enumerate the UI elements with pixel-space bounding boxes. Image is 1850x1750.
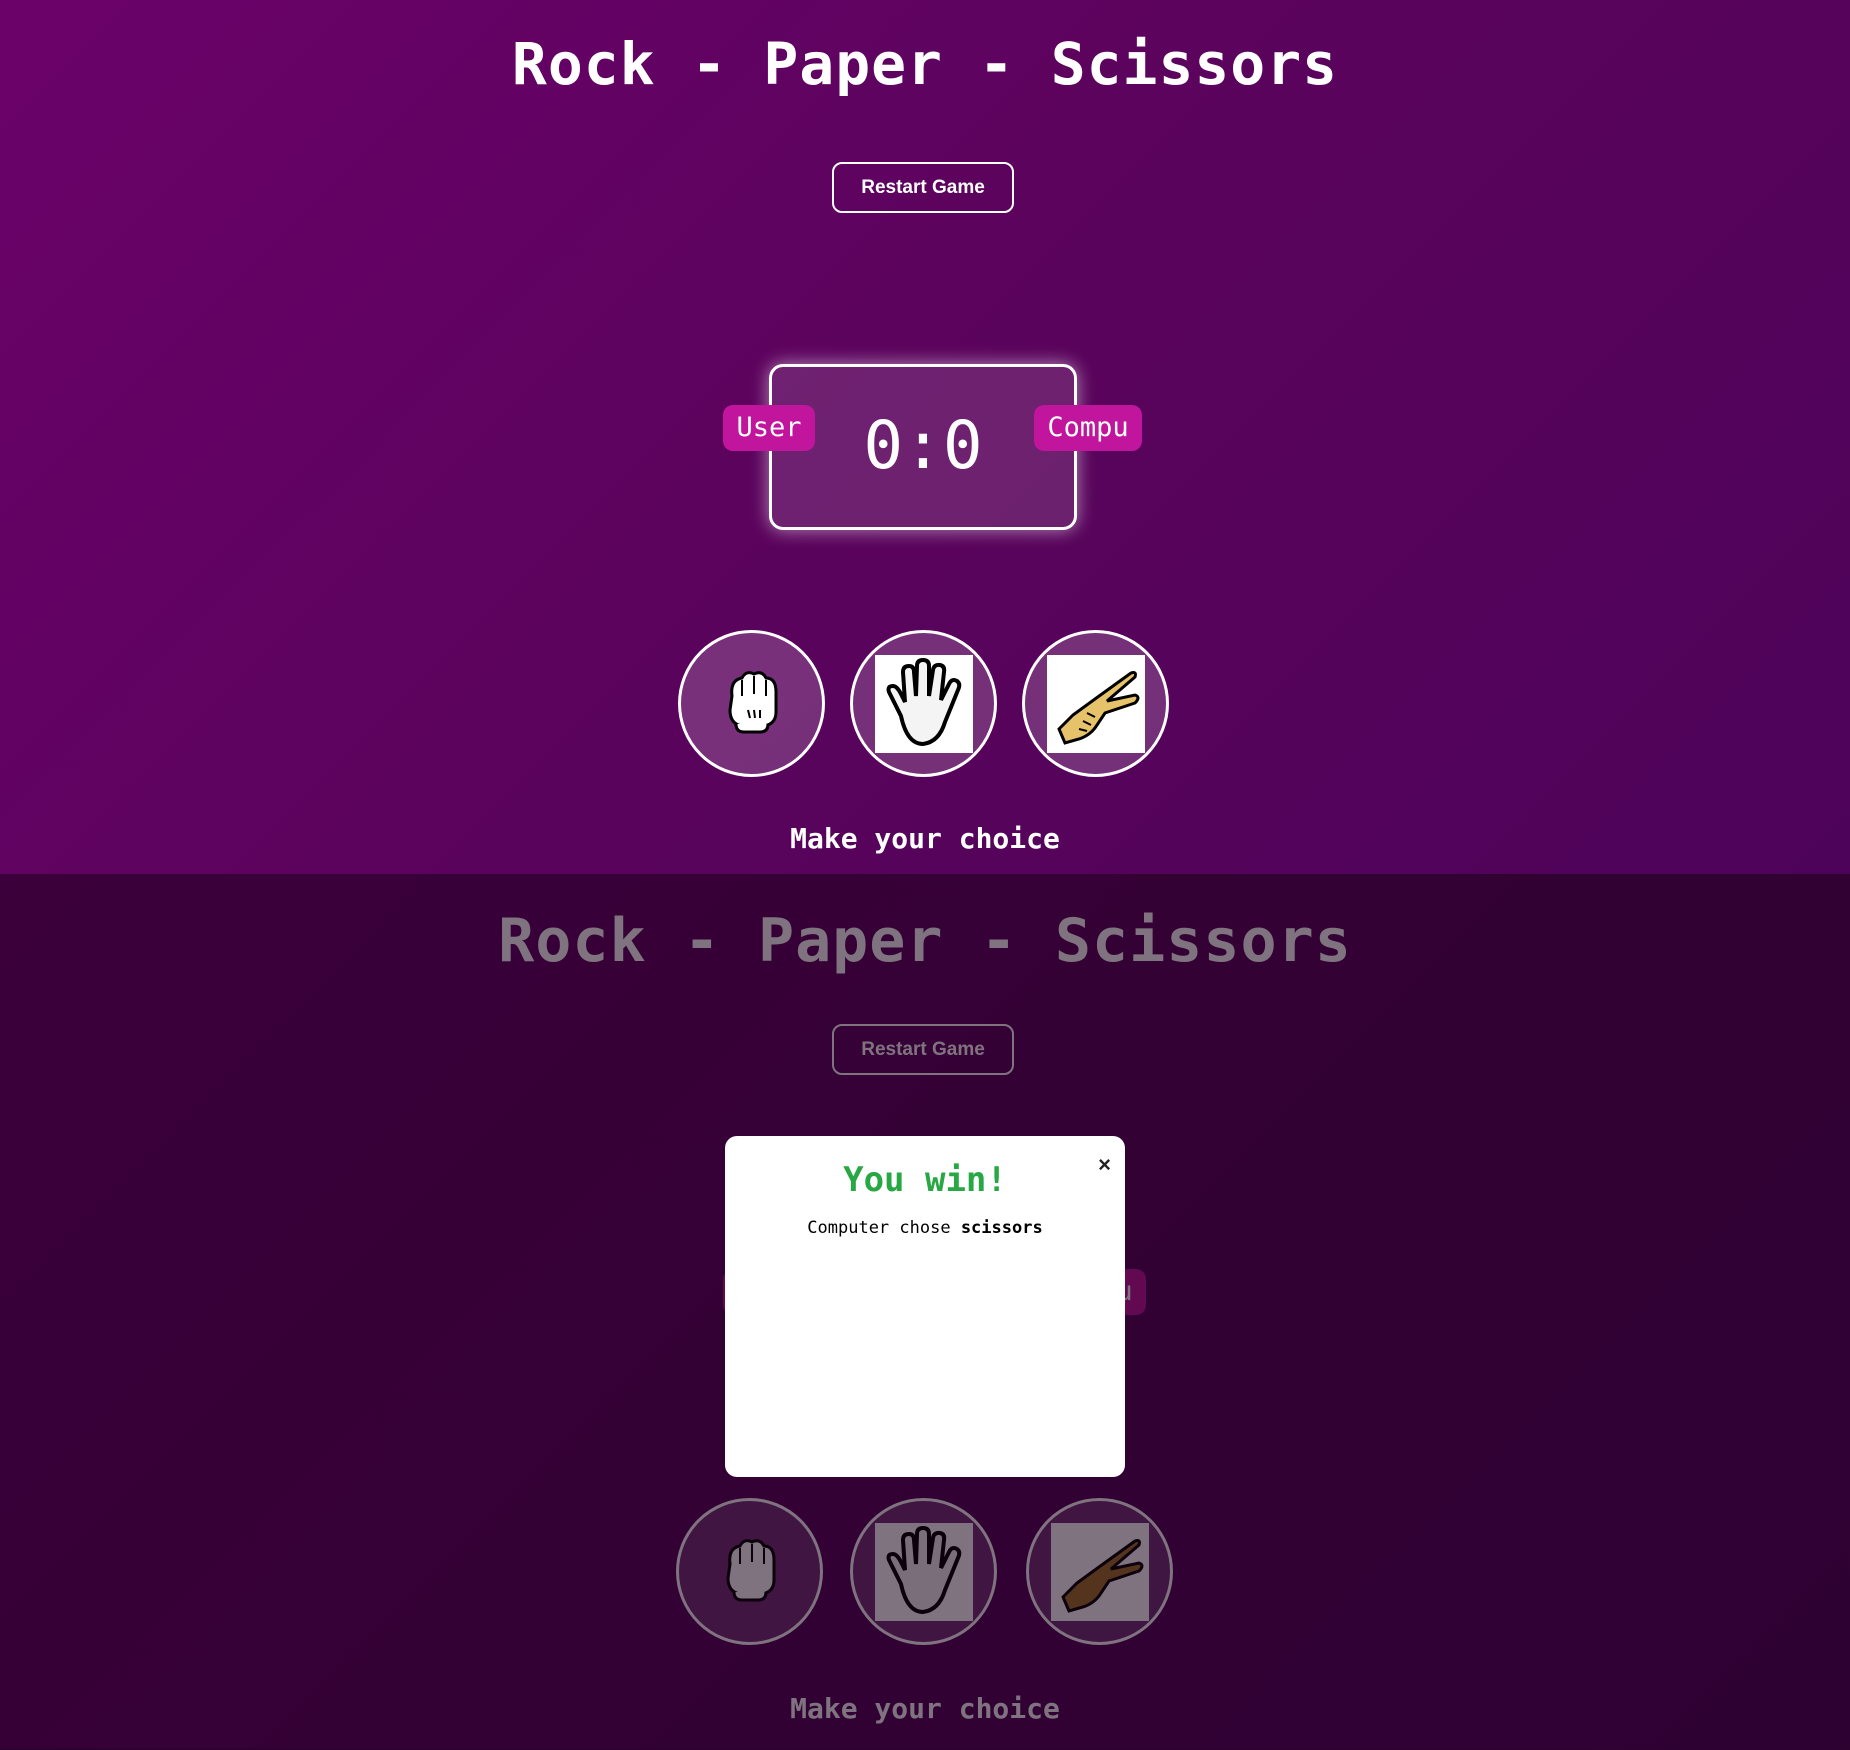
rock-choice-button[interactable] bbox=[678, 630, 825, 777]
restart-button[interactable]: Restart Game bbox=[832, 162, 1014, 213]
computer-badge: Compu bbox=[1034, 405, 1142, 451]
user-badge: User bbox=[723, 405, 815, 451]
scoreboard: 0:0 bbox=[769, 364, 1077, 530]
game-title: Rock - Paper - Scissors bbox=[511, 30, 1339, 98]
result-heading: You win! bbox=[843, 1160, 1007, 1200]
paper-hand-icon bbox=[874, 654, 973, 753]
result-detail: Computer chose scissors bbox=[725, 1218, 1125, 1238]
result-detail-prefix: Computer chose bbox=[807, 1218, 961, 1238]
game-stage: Rock - Paper - Scissors Restart Game 0:0… bbox=[0, 0, 1850, 874]
paper-choice-button[interactable] bbox=[850, 630, 997, 777]
rock-fist-icon bbox=[720, 666, 784, 742]
score-display: 0:0 bbox=[863, 407, 983, 484]
scissors-choice-button[interactable] bbox=[1022, 630, 1169, 777]
result-modal: × You win! Computer chose scissors bbox=[725, 1136, 1125, 1477]
scissors-hand-icon bbox=[1046, 654, 1145, 753]
game-screen: Rock - Paper - Scissors Restart Game 0:0… bbox=[0, 0, 1850, 874]
computer-choice-text: scissors bbox=[960, 1218, 1043, 1238]
choice-prompt: Make your choice bbox=[790, 822, 1060, 855]
